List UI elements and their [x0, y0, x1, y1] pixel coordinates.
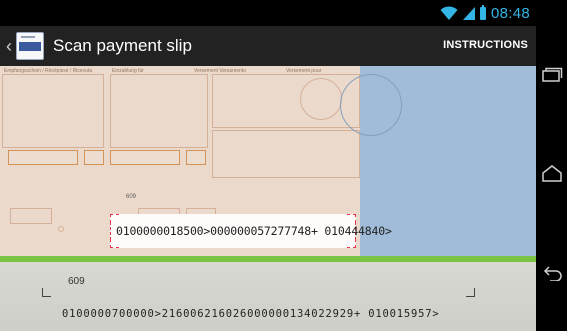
instructions-button[interactable]: INSTRUCTIONS: [443, 39, 528, 51]
back-button[interactable]: [541, 262, 563, 284]
live-camera-slip: [0, 262, 536, 331]
frame-corner: [110, 239, 119, 248]
frame-edge: [110, 222, 111, 240]
frame-corner: [110, 214, 119, 223]
scan-frame: 0100000018500>000000057277748+ 010444840…: [110, 214, 392, 248]
scanned-code-line: 0100000018500>000000057277748+ 010444840…: [116, 224, 392, 238]
home-button[interactable]: [541, 162, 563, 184]
app-screen: 08:48 ‹ Scan payment slip INSTRUCTIONS E…: [0, 0, 536, 331]
alignment-bracket-left: [42, 288, 51, 297]
bottom-slip-number: 609: [68, 276, 85, 287]
camera-preview: Empfangsschein / Récépissé / Ricevuta Ei…: [0, 66, 536, 331]
wifi-icon: [440, 6, 458, 20]
payment-slip-app-icon[interactable]: [16, 32, 44, 60]
home-icon: [542, 165, 562, 182]
status-icons: 08:48: [440, 4, 530, 22]
recent-apps-button[interactable]: [541, 64, 563, 86]
alignment-bracket-right: [466, 288, 475, 297]
status-bar: 08:48: [0, 0, 536, 26]
frame-corner: [347, 239, 356, 248]
up-navigation-icon[interactable]: ‹: [6, 37, 14, 55]
bottom-code-line: 0100000700000>21600621602600000013402292…: [62, 308, 440, 320]
action-bar: ‹ Scan payment slip INSTRUCTIONS: [0, 26, 536, 67]
signal-icon: [462, 6, 475, 20]
status-time: 08:48: [490, 4, 530, 22]
battery-icon: [479, 4, 486, 20]
recent-apps-icon: [542, 67, 563, 82]
screen-title: Scan payment slip: [53, 36, 192, 55]
back-icon: [543, 266, 562, 281]
navigation-bar: [536, 0, 567, 331]
scan-frame-label: 609: [126, 194, 137, 200]
